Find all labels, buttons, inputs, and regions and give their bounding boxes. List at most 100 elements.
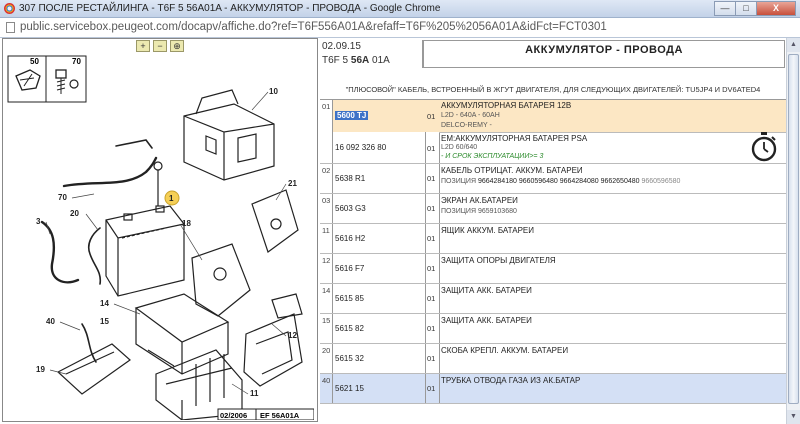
part-ref[interactable]: 5615 32	[335, 354, 364, 363]
part-description: ЯЩИК АККУМ. БАТАРЕИ	[441, 226, 535, 235]
part-description: ЭКРАН АК.БАТАРЕИ	[441, 196, 518, 205]
part-qty: 01	[427, 294, 436, 303]
callout-20[interactable]: 20	[70, 209, 79, 218]
scroll-thumb[interactable]	[788, 54, 799, 404]
part-qty: 01	[427, 174, 436, 183]
close-button[interactable]: X	[756, 1, 796, 16]
desc-cell: АККУМУЛЯТОРНАЯ БАТАРЕЯ 12В L2D - 640A - …	[439, 100, 786, 163]
part-description: КАБЕЛЬ ОТРИЦАТ. АККУМ. БАТАРЕИ	[441, 166, 583, 175]
callout-21[interactable]: 21	[288, 179, 297, 188]
desc-cell: ЗАЩИТА АКК. БАТАРЕИ	[439, 314, 786, 343]
callout-40[interactable]: 40	[46, 317, 55, 326]
part-spec: DELCO-REMY -	[441, 122, 492, 129]
table-row[interactable]: 14 5615 85 01 ЗАЩИТА АКК. БАТАРЕИ	[320, 284, 786, 314]
row-number: 15	[320, 314, 333, 343]
diagram-pane: + − ⊕ 50 70 10 1 21 70 3 20 18 40 14 15 …	[2, 38, 318, 422]
desc-cell: КАБЕЛЬ ОТРИЦАТ. АККУМ. БАТАРЕИ ПОЗИЦИЯ 9…	[439, 164, 786, 193]
qty-cell: 01	[425, 194, 440, 223]
table-row[interactable]: 11 5616 H2 01 ЯЩИК АККУМ. БАТАРЕИ	[320, 224, 786, 254]
part-ref[interactable]: 5615 82	[335, 324, 364, 333]
table-row-selected[interactable]: 40 5621 15 01 ТРУБКА ОТВОДА ГАЗА ИЗ АК.Б…	[320, 374, 786, 404]
vertical-scrollbar[interactable]: ▲ ▼	[786, 38, 800, 424]
window-title: 307 ПОСЛЕ РЕСТАЙЛИНГА - T6F 5 56A01A - А…	[19, 3, 441, 14]
table-row[interactable]: 12 5616 F7 01 ЗАЩИТА ОПОРЫ ДВИГАТЕЛЯ	[320, 254, 786, 284]
part-position: ПОЗИЦИЯ 9664284180 9660596480 9664284080…	[441, 178, 681, 185]
desc-cell: ЗАЩИТА ОПОРЫ ДВИГАТЕЛЯ	[439, 254, 786, 283]
ref-cell: 5603 G3	[333, 194, 426, 223]
callout-70[interactable]: 70	[58, 193, 67, 202]
exploded-parts-diagram[interactable]: 50 70 10 1 21 70 3 20 18 40 14 15 19 12 …	[6, 54, 314, 420]
zoom-toolbar: + − ⊕	[3, 39, 317, 54]
battery-box	[183, 89, 275, 181]
part-qty: 01	[427, 112, 436, 121]
part-ref[interactable]: 5616 F7	[335, 264, 364, 273]
part-ref-selected[interactable]: 5600 TJ	[335, 111, 369, 120]
qty-cell: 01 01	[425, 100, 440, 163]
doc-code: T6F 5 56A 01A	[322, 55, 390, 66]
callout-1[interactable]: 1	[169, 194, 174, 203]
scroll-down-button[interactable]: ▼	[787, 410, 800, 424]
maximize-button[interactable]: □	[735, 1, 757, 16]
stopwatch-icon[interactable]	[751, 131, 777, 163]
table-row[interactable]: 15 5615 82 01 ЗАЩИТА АКК. БАТАРЕИ	[320, 314, 786, 344]
row-number: 40	[320, 374, 333, 403]
table-row[interactable]: 01 5600 TJ 16 092 326 80 01 01 АККУМУЛЯТ…	[320, 100, 786, 164]
row-number: 03	[320, 194, 333, 223]
doc-header-info: 02.09.15 T6F 5 56A 01A	[320, 40, 423, 68]
table-row[interactable]: 03 5603 G3 01 ЭКРАН АК.БАТАРЕИ ПОЗИЦИЯ 9…	[320, 194, 786, 224]
table-row[interactable]: 02 5638 R1 01 КАБЕЛЬ ОТРИЦАТ. АККУМ. БАТ…	[320, 164, 786, 194]
desc-cell: ЯЩИК АККУМ. БАТАРЕИ	[439, 224, 786, 253]
part-qty: 01	[427, 384, 436, 393]
url-text[interactable]: public.servicebox.peugeot.com/docapv/aff…	[20, 21, 607, 33]
callout-3[interactable]: 3	[36, 217, 41, 226]
desc-cell: ЭКРАН АК.БАТАРЕИ ПОЗИЦИЯ 9659103680	[439, 194, 786, 223]
part-callouts: 10 1 21 70 3 20 18 40 14 15 19 12 11	[36, 87, 297, 398]
row-number: 02	[320, 164, 333, 193]
zoom-out-button[interactable]: −	[153, 40, 167, 52]
part-qty: 01	[427, 204, 436, 213]
desc-cell: ТРУБКА ОТВОДА ГАЗА ИЗ АК.БАТАР	[439, 374, 786, 403]
part-ref[interactable]: 5616 H2	[335, 234, 365, 243]
callout-leaders	[45, 91, 287, 395]
callout-12[interactable]: 12	[288, 331, 297, 340]
part-ref[interactable]: 16 092 326 80	[335, 143, 386, 152]
minimize-button[interactable]: —	[714, 1, 736, 16]
row-number: 01	[320, 100, 333, 163]
callout-10[interactable]: 10	[269, 87, 278, 96]
ref-cell: 5615 82	[333, 314, 426, 343]
zoom-in-button[interactable]: +	[136, 40, 150, 52]
ref-cell: 5615 32	[333, 344, 426, 373]
qty-cell: 01	[425, 284, 440, 313]
part-ref[interactable]: 5621 15	[335, 384, 364, 393]
part-description: СКОБА КРЕПЛ. АККУМ. БАТАРЕИ	[441, 346, 569, 355]
callout-15[interactable]: 15	[100, 317, 109, 326]
callout-11[interactable]: 11	[250, 389, 259, 398]
part-description: ЕМ:АККУМУЛЯТОРНАЯ БАТАРЕЯ PSA	[441, 134, 588, 143]
protection-shields	[56, 293, 303, 395]
part-qty: 01	[427, 324, 436, 333]
part-ref[interactable]: 5638 R1	[335, 174, 365, 183]
qty-cell: 01	[425, 254, 440, 283]
section-subtitle: "ПЛЮСОВОЙ" КАБЕЛЬ, ВСТРОЕННЫЙ В ЖГУТ ДВИ…	[345, 85, 761, 94]
part-description: ЗАЩИТА АКК. БАТАРЕИ	[441, 286, 532, 295]
cables	[40, 139, 158, 363]
part-ref[interactable]: 5603 G3	[335, 204, 366, 213]
part-qty: 01	[427, 144, 436, 153]
ref-cell: 5616 F7	[333, 254, 426, 283]
window-controls: — □ X	[714, 1, 796, 16]
scroll-up-button[interactable]: ▲	[787, 38, 800, 52]
zoom-reset-button[interactable]: ⊕	[170, 40, 184, 52]
part-ref[interactable]: 5615 85	[335, 294, 364, 303]
callout-19[interactable]: 19	[36, 365, 45, 374]
doc-title-box: АККУМУЛЯТОР - ПРОВОДА	[423, 40, 785, 68]
qty-cell: 01	[425, 224, 440, 253]
row-number: 12	[320, 254, 333, 283]
row-number: 14	[320, 284, 333, 313]
table-row[interactable]: 20 5615 32 01 СКОБА КРЕПЛ. АККУМ. БАТАРЕ…	[320, 344, 786, 374]
part-qty: 01	[427, 264, 436, 273]
callout-18[interactable]: 18	[182, 219, 191, 228]
parts-table: 01 5600 TJ 16 092 326 80 01 01 АККУМУЛЯТ…	[320, 99, 786, 404]
callout-14[interactable]: 14	[100, 299, 109, 308]
address-bar[interactable]: public.servicebox.peugeot.com/docapv/aff…	[0, 18, 800, 38]
doc-date: 02.09.15	[322, 41, 361, 52]
